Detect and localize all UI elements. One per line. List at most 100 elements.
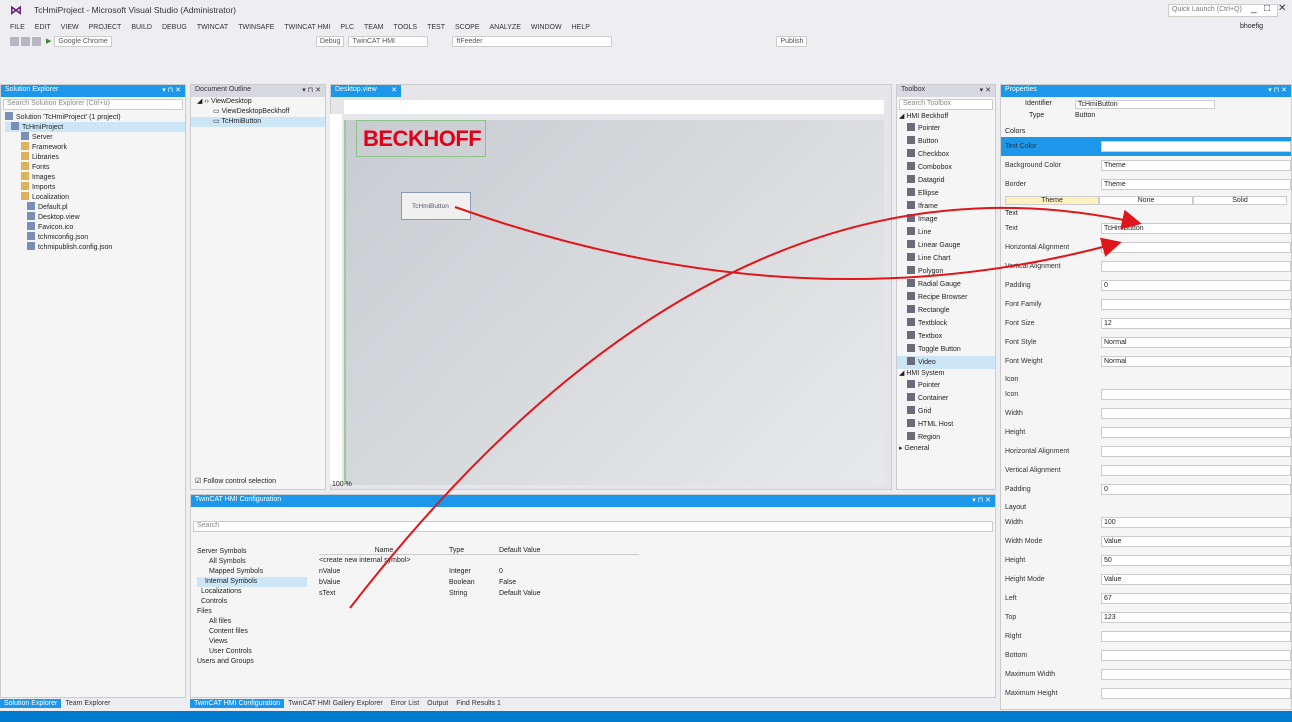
zoom-select[interactable]: 100 % — [332, 480, 352, 490]
menu-item[interactable]: FILE — [10, 24, 25, 31]
solution-item[interactable]: tchmipublish.config.json — [5, 242, 185, 252]
config-tree-item[interactable]: Mapped Symbols — [197, 567, 307, 577]
toolbox-group[interactable]: ◢ HMI System — [897, 369, 995, 379]
toolbox-item[interactable]: Video — [897, 356, 995, 369]
toolbox-item[interactable]: Pointer — [897, 122, 995, 135]
toolbox-item[interactable]: Radial Gauge — [897, 278, 995, 291]
property-value[interactable] — [1101, 446, 1291, 457]
menu-item[interactable]: BUILD — [131, 24, 152, 31]
config-tree-item[interactable]: Views — [197, 637, 307, 647]
config-tree-item[interactable]: All Symbols — [197, 557, 307, 567]
follow-selection-checkbox[interactable]: ☑ Follow control selection — [195, 477, 276, 487]
config-tree-item[interactable]: Users and Groups — [197, 657, 307, 667]
tchmi-button[interactable]: TcHmiButton — [401, 192, 471, 220]
toolbox-item[interactable]: Iframe — [897, 200, 995, 213]
table-row[interactable]: <create new internal symbol> — [319, 555, 639, 566]
property-row[interactable]: Top 123 — [1001, 608, 1291, 627]
property-value[interactable] — [1101, 408, 1291, 419]
target-select[interactable]: ftFeeder — [452, 35, 613, 47]
solution-item[interactable]: Libraries — [5, 152, 185, 162]
toolbox-item[interactable]: Line Chart — [897, 252, 995, 265]
table-row[interactable]: sText String Default Value — [319, 588, 639, 599]
tab-solution-explorer[interactable]: Solution Explorer — [0, 699, 62, 708]
config-tree-item[interactable]: Controls — [197, 597, 307, 607]
pin-icon[interactable]: ▾ ⊓ ✕ — [162, 86, 181, 96]
property-row[interactable]: Width — [1001, 404, 1291, 423]
property-value[interactable]: Normal — [1101, 356, 1291, 367]
bottom-tab[interactable]: Error List — [387, 699, 423, 708]
bottom-tab[interactable]: TwinCAT HMI Configuration — [190, 699, 285, 708]
menu-item[interactable]: VIEW — [61, 24, 79, 31]
property-value[interactable] — [1101, 669, 1291, 680]
property-section[interactable]: Text — [1001, 209, 1291, 219]
property-value[interactable]: Theme — [1101, 160, 1291, 171]
property-row[interactable]: Height — [1001, 423, 1291, 442]
toolbox-item[interactable]: Recipe Browser — [897, 291, 995, 304]
config-tree-item[interactable]: Content files — [197, 627, 307, 637]
pin-icon[interactable]: ▾ ⊓ ✕ — [1268, 86, 1287, 96]
solution-item[interactable]: Localization — [5, 192, 185, 202]
toolbox-item[interactable]: Checkbox — [897, 148, 995, 161]
solution-search-input[interactable]: Search Solution Explorer (Ctrl+ü) — [3, 99, 183, 110]
property-row[interactable]: Left 67 — [1001, 589, 1291, 608]
config-tree-item[interactable]: User Controls — [197, 647, 307, 657]
maximize-icon[interactable]: □ — [1264, 3, 1270, 14]
property-row[interactable]: Background Color Theme — [1001, 156, 1291, 175]
solution-item[interactable]: Images — [5, 172, 185, 182]
toolbar-icon[interactable] — [10, 36, 19, 46]
menu-item[interactable]: TEST — [427, 24, 445, 31]
property-row[interactable]: Right — [1001, 627, 1291, 646]
property-value[interactable]: Theme — [1101, 141, 1291, 152]
menu-item[interactable]: PROJECT — [89, 24, 122, 31]
toolbox-item[interactable]: Linear Gauge — [897, 239, 995, 252]
menu-item[interactable]: TWINCAT — [197, 24, 228, 31]
toolbox-item[interactable]: Rectangle — [897, 304, 995, 317]
property-row[interactable]: Maximum Width — [1001, 665, 1291, 684]
property-row[interactable]: Height 50 — [1001, 551, 1291, 570]
property-value[interactable]: 12 — [1101, 318, 1291, 329]
property-value[interactable] — [1101, 465, 1291, 476]
minimize-icon[interactable]: _ — [1251, 3, 1257, 14]
solution-item[interactable]: Default.pl — [5, 202, 185, 212]
property-row[interactable]: Text TcHmiButton — [1001, 219, 1291, 238]
property-value[interactable] — [1101, 631, 1291, 642]
property-row[interactable]: Text Color Theme — [1001, 137, 1291, 156]
property-row[interactable]: Font Style Normal — [1001, 333, 1291, 352]
menu-item[interactable]: SCOPE — [455, 24, 480, 31]
pin-icon[interactable]: ▾ ⊓ ✕ — [302, 86, 321, 96]
bottom-tab[interactable]: Output — [423, 699, 452, 708]
toolbox-item[interactable]: Textbox — [897, 330, 995, 343]
solution-item[interactable]: Solution 'TcHmiProject' (1 project) — [5, 112, 185, 122]
property-value[interactable]: Theme — [1101, 179, 1291, 190]
property-row[interactable]: Vertical Alignment — [1001, 257, 1291, 276]
menu-item[interactable]: DEBUG — [162, 24, 187, 31]
color-tab[interactable]: Solid — [1193, 196, 1287, 205]
menu-item[interactable]: WINDOW — [531, 24, 562, 31]
close-icon[interactable]: ✕ — [391, 86, 397, 96]
toolbox-item[interactable]: HTML Host — [897, 418, 995, 431]
outline-item[interactable]: ▭ ViewDesktopBeckhoff — [191, 107, 325, 117]
solution-item[interactable]: Desktop.view — [5, 212, 185, 222]
tab-desktop-view[interactable]: Desktop.view ✕ — [331, 85, 401, 97]
outline-item[interactable]: ◢ ‹› ViewDesktop — [191, 97, 325, 107]
solution-item[interactable]: Imports — [5, 182, 185, 192]
property-section[interactable]: Icon — [1001, 375, 1291, 385]
property-row[interactable]: Maximum Height — [1001, 684, 1291, 703]
bottom-tab[interactable]: Find Results 1 — [452, 699, 505, 708]
config-tree-item[interactable]: Files — [197, 607, 307, 617]
toolbox-group[interactable]: ◢ HMI Beckhoff — [897, 112, 995, 122]
toolbox-item[interactable]: Container — [897, 392, 995, 405]
menu-item[interactable]: TWINSAFE — [238, 24, 274, 31]
tab-team-explorer[interactable]: Team Explorer — [61, 699, 114, 708]
property-row[interactable]: Width Mode Value — [1001, 532, 1291, 551]
table-row[interactable]: bValue Boolean False — [319, 577, 639, 588]
menu-item[interactable]: TEAM — [364, 24, 383, 31]
config-tree-item[interactable]: Internal Symbols — [197, 577, 307, 587]
property-value[interactable]: TcHmiButton — [1101, 223, 1291, 234]
property-row[interactable]: Horizontal Alignment — [1001, 238, 1291, 257]
menu-item[interactable]: HELP — [572, 24, 590, 31]
property-row[interactable]: Border Theme — [1001, 175, 1291, 194]
publish-button[interactable]: Publish — [776, 35, 808, 47]
property-value[interactable] — [1101, 261, 1291, 272]
toolbox-item[interactable]: Polygon — [897, 265, 995, 278]
